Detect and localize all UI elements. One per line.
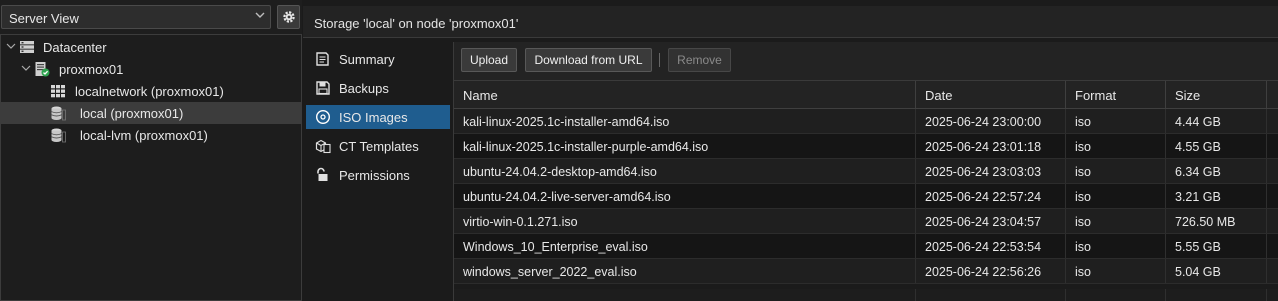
cell-format: iso — [1075, 215, 1091, 229]
table-row[interactable]: kali-linux-2025.1c-installer-purple-amd6… — [454, 134, 1278, 159]
tree-node-label: Datacenter — [43, 40, 107, 55]
nav-item-permissions[interactable]: Permissions — [306, 163, 450, 187]
chevron-down-icon[interactable] — [6, 41, 16, 51]
nav-item-ct-templates[interactable]: CT Templates — [306, 134, 450, 158]
column-header-size[interactable]: Size — [1166, 81, 1267, 109]
cell-date: 2025-06-24 23:00:00 — [925, 115, 1042, 129]
tree-node-label: local-lvm (proxmox01) — [80, 128, 208, 143]
cell-date: 2025-06-24 23:03:03 — [925, 165, 1042, 179]
cell-size: 3.21 GB — [1175, 190, 1221, 204]
tree-node-local-lvm[interactable]: local-lvm (proxmox01) — [1, 124, 301, 146]
table-row[interactable]: windows_server_2022_eval.iso 2025-06-24 … — [454, 259, 1278, 284]
storage-nav: Summary Backups ISO Images CT Templates … — [303, 42, 453, 301]
cell-date: 2025-06-24 22:56:26 — [925, 265, 1042, 279]
nav-item-label: CT Templates — [339, 139, 419, 154]
storage-panel: Storage 'local' on node 'proxmox01' Summ… — [303, 0, 1278, 301]
cube-file-icon — [315, 139, 331, 154]
server-online-icon — [35, 62, 50, 77]
view-selector-value: Server View — [9, 11, 79, 26]
nav-item-label: Permissions — [339, 168, 410, 183]
column-header-name[interactable]: Name — [454, 81, 916, 109]
disc-icon — [315, 109, 331, 125]
table-empty-area — [454, 289, 1278, 301]
unlock-icon — [317, 167, 328, 181]
download-from-url-button[interactable]: Download from URL — [525, 48, 652, 72]
cell-name: ubuntu-24.04.2-live-server-amd64.iso — [463, 190, 671, 204]
column-header-date[interactable]: Date — [916, 81, 1066, 109]
cell-format: iso — [1075, 265, 1091, 279]
cell-format: iso — [1075, 115, 1091, 129]
tree-node-localnetwork[interactable]: localnetwork (proxmox01) — [1, 80, 301, 102]
cell-size: 4.55 GB — [1175, 140, 1221, 154]
toolbar-separator — [659, 53, 660, 67]
table-row[interactable]: ubuntu-24.04.2-live-server-amd64.iso 202… — [454, 184, 1278, 209]
cell-format: iso — [1075, 140, 1091, 154]
resource-tree-panel: Server View Datacenter proxmox01 localne… — [0, 0, 302, 301]
tree-node-label: local (proxmox01) — [80, 106, 184, 121]
iso-images-content: Upload Download from URL Remove Name Dat… — [453, 42, 1278, 301]
nav-item-backups[interactable]: Backups — [306, 76, 450, 100]
cell-name: windows_server_2022_eval.iso — [463, 265, 637, 279]
tree-node-local[interactable]: local (proxmox01) — [1, 102, 301, 124]
cell-format: iso — [1075, 240, 1091, 254]
cell-date: 2025-06-24 23:01:18 — [925, 140, 1042, 154]
view-selector[interactable]: Server View — [1, 5, 271, 29]
column-header-format[interactable]: Format — [1066, 81, 1166, 109]
cell-size: 4.44 GB — [1175, 115, 1221, 129]
cell-date: 2025-06-24 22:57:24 — [925, 190, 1042, 204]
tree-node-label: localnetwork (proxmox01) — [75, 84, 224, 99]
table-row[interactable]: kali-linux-2025.1c-installer-amd64.iso 2… — [454, 109, 1278, 134]
nav-item-iso-images[interactable]: ISO Images — [306, 105, 450, 129]
cell-name: Windows_10_Enterprise_eval.iso — [463, 240, 648, 254]
storage-icon — [51, 128, 66, 143]
tree-node-label: proxmox01 — [59, 62, 124, 77]
nav-item-label: Backups — [339, 81, 389, 96]
toolbar: Upload Download from URL Remove — [454, 42, 1278, 80]
cell-name: kali-linux-2025.1c-installer-purple-amd6… — [463, 140, 709, 154]
cell-size: 726.50 MB — [1175, 215, 1236, 229]
tree-node-proxmox01[interactable]: proxmox01 — [1, 58, 301, 80]
chevron-down-icon — [255, 12, 265, 18]
network-grid-icon — [51, 85, 65, 98]
cell-name: virtio-win-0.1.271.iso — [463, 215, 578, 229]
nav-item-label: ISO Images — [339, 110, 408, 125]
iso-table: Name Date Format Size kali-linux-2025.1c… — [454, 80, 1278, 301]
storage-icon — [51, 106, 66, 121]
floppy-icon — [316, 81, 330, 95]
tree-settings-button[interactable] — [277, 5, 300, 29]
tree-node-datacenter[interactable]: Datacenter — [1, 36, 301, 58]
panel-title: Storage 'local' on node 'proxmox01' — [314, 16, 519, 31]
cell-date: 2025-06-24 22:53:54 — [925, 240, 1042, 254]
chevron-down-icon[interactable] — [21, 63, 31, 73]
cell-size: 5.55 GB — [1175, 240, 1221, 254]
table-row[interactable]: ubuntu-24.04.2-desktop-amd64.iso 2025-06… — [454, 159, 1278, 184]
upload-button[interactable]: Upload — [461, 48, 517, 72]
book-icon — [316, 52, 329, 66]
gear-icon — [283, 11, 295, 23]
cell-name: ubuntu-24.04.2-desktop-amd64.iso — [463, 165, 657, 179]
cell-format: iso — [1075, 190, 1091, 204]
cell-size: 5.04 GB — [1175, 265, 1221, 279]
cell-name: kali-linux-2025.1c-installer-amd64.iso — [463, 115, 670, 129]
nav-item-label: Summary — [339, 52, 395, 67]
cell-format: iso — [1075, 165, 1091, 179]
nav-item-summary[interactable]: Summary — [306, 47, 450, 71]
panel-title-bar: Storage 'local' on node 'proxmox01' — [303, 6, 1278, 38]
table-row[interactable]: Windows_10_Enterprise_eval.iso 2025-06-2… — [454, 234, 1278, 259]
cell-date: 2025-06-24 23:04:57 — [925, 215, 1042, 229]
table-header: Name Date Format Size — [454, 81, 1278, 109]
remove-button[interactable]: Remove — [668, 48, 731, 72]
resource-tree: Datacenter proxmox01 localnetwork (proxm… — [0, 34, 302, 301]
datacenter-icon — [20, 41, 34, 53]
cell-size: 6.34 GB — [1175, 165, 1221, 179]
table-row[interactable]: virtio-win-0.1.271.iso 2025-06-24 23:04:… — [454, 209, 1278, 234]
